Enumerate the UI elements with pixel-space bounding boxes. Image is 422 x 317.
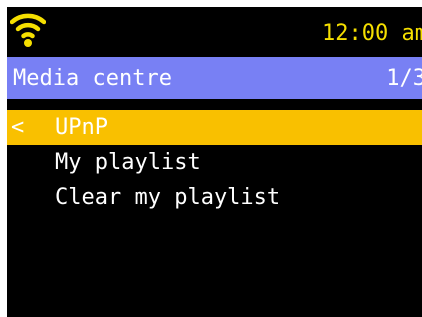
status-bar: 12:00 am [7, 7, 422, 57]
back-arrow-icon[interactable]: < [11, 110, 24, 145]
wifi-icon [10, 13, 46, 47]
menu-item-upnp[interactable]: < UPnP [7, 110, 422, 145]
clock: 12:00 am [322, 21, 422, 46]
page-title: Media centre [13, 66, 172, 91]
menu-item-label: UPnP [55, 115, 108, 140]
page-indicator: 1/3 [386, 66, 422, 91]
menu-item-clear-my-playlist[interactable]: Clear my playlist [7, 180, 422, 215]
radio-display: 12:00 am Media centre 1/3 < UPnP My play… [7, 7, 422, 317]
menu-item-my-playlist[interactable]: My playlist [7, 145, 422, 180]
menu-item-label: Clear my playlist [55, 185, 281, 210]
title-bar: Media centre 1/3 [7, 57, 422, 99]
menu-item-label: My playlist [55, 150, 201, 175]
menu-list: < UPnP My playlist Clear my playlist [7, 110, 422, 215]
